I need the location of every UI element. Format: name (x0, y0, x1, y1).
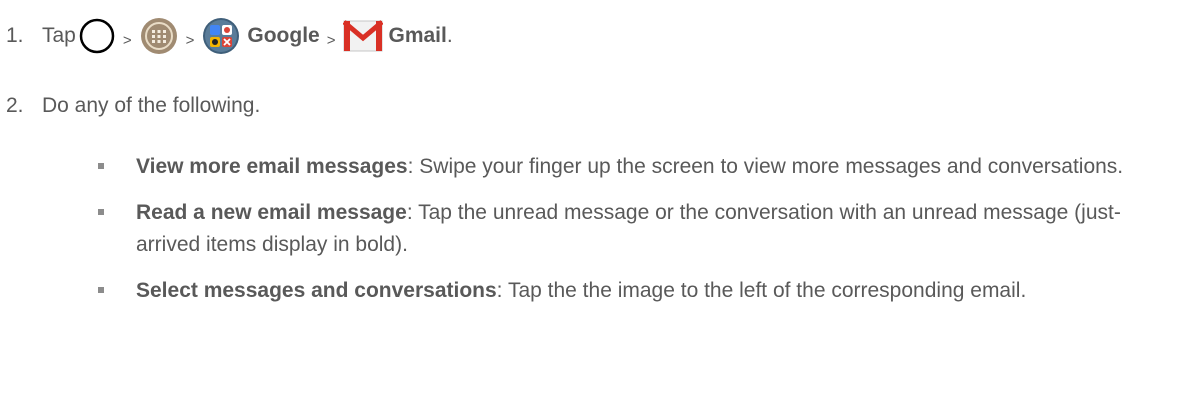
bullet-term: Read a new email message (136, 201, 407, 224)
separator: > (326, 31, 336, 49)
list-item: Read a new email message: Tap the unread… (96, 197, 1166, 261)
bullet-term: View more email messages (136, 155, 408, 178)
bullet-term: Select messages and conversations (136, 279, 497, 302)
list-item: View more email messages: Swipe your fin… (96, 151, 1166, 183)
list-item: Select messages and conversations: Tap t… (96, 275, 1166, 307)
step-1: 1. Tap > > Google > Gmail . (0, 14, 453, 58)
step-number: 1. (6, 24, 24, 47)
bullet-desc: : Tap the the image to the left of the c… (496, 279, 1027, 302)
bullet-desc: : Swipe your finger up the screen to vie… (407, 155, 1124, 178)
gmail-envelope-icon (341, 18, 384, 54)
bullet-list: View more email messages: Swipe your fin… (96, 151, 1166, 321)
apps-grid-icon (139, 16, 179, 56)
google-label: Google (247, 24, 320, 47)
home-circle-icon (78, 17, 116, 55)
step-number: 2. (6, 94, 24, 117)
google-folder-icon (201, 16, 241, 56)
tap-text: Tap (42, 24, 76, 47)
bullet-square-icon (98, 163, 104, 169)
period: . (446, 24, 453, 47)
step-2: 2. Do any of the following. (0, 91, 260, 121)
separator: > (185, 31, 195, 49)
bullet-square-icon (98, 287, 104, 293)
step-text: Do any of the following. (42, 94, 261, 117)
gmail-label: Gmail (388, 24, 447, 47)
separator: > (122, 31, 132, 49)
bullet-square-icon (98, 209, 104, 215)
